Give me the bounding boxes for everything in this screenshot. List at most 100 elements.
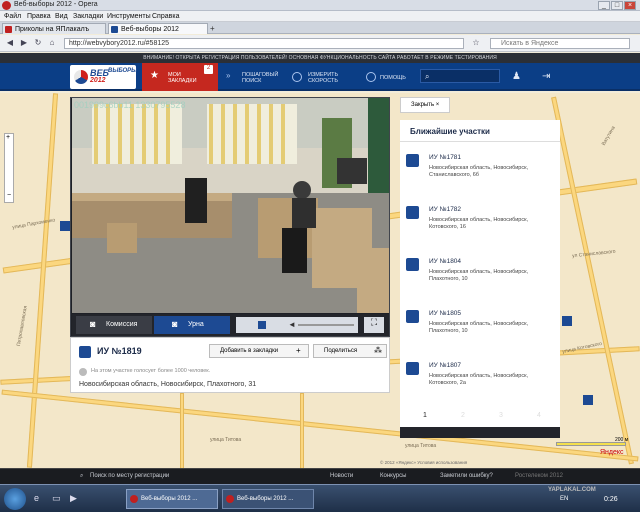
map-marker-icon[interactable] [60,221,70,231]
list-item[interactable]: ИУ №1807 Новосибирская область, Новосибир… [406,362,556,402]
video-frame[interactable]: 001999c6bb11 1330795528 [72,98,389,313]
map-marker-icon[interactable] [583,395,593,405]
site-search-input[interactable]: ⌕ [420,69,500,83]
reload-icon[interactable]: ↻ [32,38,44,49]
bookmarks-label-2: ЗАКЛАДКИ [168,78,197,84]
zoom-in-icon[interactable]: + [6,134,10,141]
share-button[interactable]: Поделиться ⁂ [313,344,387,358]
user-icon[interactable]: ♟ [512,71,521,82]
window-titlebar: Веб-выборы 2012 - Opera _ □ × [0,0,640,11]
nav-speed-test[interactable]: ИЗМЕРИТЬ СКОРОСТЬ [288,63,350,91]
menu-view[interactable]: Вид [55,13,68,20]
folder-icon[interactable]: ▭ [52,493,61,504]
back-icon[interactable]: ◀ [4,38,16,49]
minimize-button[interactable]: _ [598,1,610,10]
map-road [180,393,184,468]
forward-icon[interactable]: ▶ [18,38,30,49]
language-indicator[interactable]: EN [560,496,568,502]
search-input[interactable]: Искать в Яндексе [490,38,630,49]
nav-label-2: СКОРОСТЬ [308,78,338,84]
close-panel-button[interactable]: Закрыть × [400,97,450,113]
menu-tools[interactable]: Инструменты [107,13,151,20]
url-input[interactable]: http://webvybory2012.ru/#58125 [64,38,464,49]
home-icon[interactable]: ⌂ [46,38,58,49]
urn-camera-button[interactable]: ◙ Урна [154,316,230,334]
menu-bookmarks[interactable]: Закладки [73,13,103,20]
video-overlay-id: 001999c6bb11 1330795528 [74,100,186,110]
menu-help[interactable]: Справка [152,13,179,20]
street-label: улица Титова [405,443,437,449]
taskbar-window-2[interactable]: Веб-выборы 2012 ... [222,489,314,509]
star-icon: ★ [150,70,159,81]
item-address: Новосибирская область, Новосибирск, Кото… [429,373,529,386]
logo-text-2: ВЫБОРЫ [108,68,138,74]
commission-camera-button[interactable]: ◙ Комиссия [76,316,152,334]
map-road [26,93,59,468]
street-label: улица Пархоменко [11,217,56,231]
maximize-button[interactable]: □ [611,1,623,10]
item-name: ИУ №1781 [429,154,462,161]
street-label: ул Станиславского [571,248,616,260]
login-icon[interactable]: ⇥ [542,71,550,82]
close-window-button[interactable]: × [624,1,636,10]
my-bookmarks-button[interactable]: ★ МОИ ЗАКЛАДКИ 2 [142,63,218,91]
contests-link[interactable]: Конкурсы [380,473,406,479]
page-4[interactable]: 4 [522,408,556,423]
list-item[interactable]: ИУ №1805 Новосибирская область, Новосибир… [406,310,556,350]
stop-button[interactable] [258,321,266,329]
close-icon: × [435,102,440,108]
page-1[interactable]: 1 [408,408,442,423]
report-error-link[interactable]: Заметили ошибку? [440,473,493,479]
menu-file[interactable]: Файл [4,13,21,20]
ie-icon[interactable]: e [34,493,39,503]
map-marker-icon[interactable] [562,316,572,326]
news-link[interactable]: Новости [330,473,353,479]
nav-help[interactable]: ПОМОЩЬ [362,63,412,91]
new-tab-button[interactable]: + [210,24,215,33]
video-scene [72,98,389,313]
fullscreen-icon[interactable]: ⛶ [364,317,384,333]
search-icon: ⌕ [425,72,430,81]
tab-yaplakal[interactable]: Приколы на ЯПлакалъ [2,23,106,34]
station-icon [79,346,91,358]
site-header: ВЕБ ВЫБОРЫ 2012 ★ МОИ ЗАКЛАДКИ 2 » ПОШАГ… [0,63,640,91]
item-name: ИУ №1804 [429,258,462,265]
list-item[interactable]: ИУ №1782 Новосибирская область, Новосибир… [406,206,556,246]
item-name: ИУ №1782 [429,206,462,213]
rostelecom-label: Ростелеком 2012 [515,473,563,479]
nearby-panel: Ближайшие участки ИУ №1781 Новосибирская … [400,120,560,438]
menu-edit[interactable]: Правка [27,13,51,20]
list-item[interactable]: ИУ №1804 Новосибирская область, Новосибир… [406,258,556,298]
station-info-panel: ИУ №1819 Добавить в закладки + Поделитьс… [70,337,390,393]
yandex-logo: Яндекс [600,449,624,456]
clock[interactable]: 0:26 [604,496,618,503]
page-3[interactable]: 3 [484,408,518,423]
button-label: Урна [188,321,204,328]
tab-webvybory[interactable]: Веб-выборы 2012 [108,23,208,34]
zoom-out-icon[interactable]: − [7,192,11,199]
add-bookmark-button[interactable]: Добавить в закладки + [209,344,309,358]
site-logo[interactable]: ВЕБ ВЫБОРЫ 2012 [70,65,138,89]
button-label: Закрыть [411,102,435,108]
nearby-list: ИУ №1781 Новосибирская область, Новосибир… [400,142,560,427]
search-registration-link[interactable]: Поиск по месту регистрации [90,473,169,479]
camera-icon: ◙ [172,319,178,329]
button-label: Комиссия [106,321,138,328]
item-name: ИУ №1805 [429,310,462,317]
bookmark-star-icon[interactable]: ☆ [470,38,482,49]
taskbar-window-1[interactable]: Веб-выборы 2012 ... [126,489,218,509]
nav-step-search[interactable]: » ПОШАГОВЫЙ ПОИСК [222,63,284,91]
list-item[interactable]: ИУ №1781 Новосибирская область, Новосибир… [406,154,556,194]
street-label: Ватутина [600,125,617,147]
start-button[interactable] [4,488,26,510]
station-icon [406,258,419,271]
button-label: Поделиться [324,348,358,354]
volume-slider[interactable] [298,324,354,326]
media-icon[interactable]: ▶ [70,493,77,504]
station-icon [406,310,419,323]
map-copyright: © 2012 «Яндекс» Условия использования [380,460,468,465]
item-address: Новосибирская область, Новосибирск, Кото… [429,217,529,230]
page-2[interactable]: 2 [446,408,480,423]
opera-icon [226,495,234,503]
zoom-slider[interactable]: + − [4,133,14,203]
